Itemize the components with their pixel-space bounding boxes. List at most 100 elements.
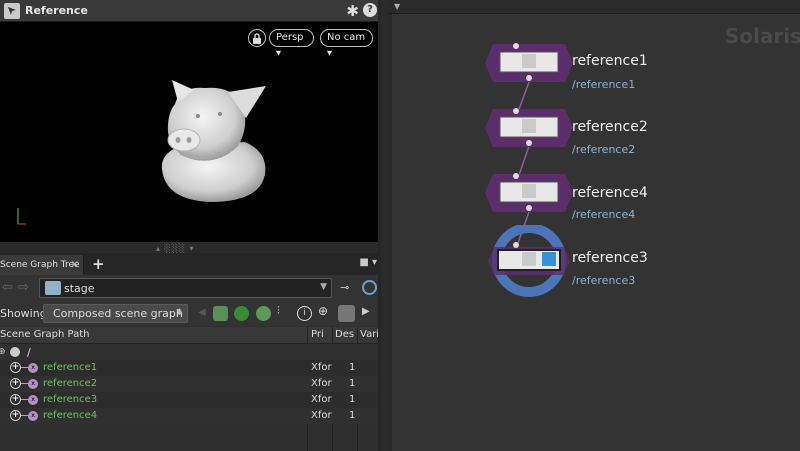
node-reference2[interactable] — [483, 105, 575, 151]
input-connector[interactable] — [513, 108, 519, 114]
tree-line — [21, 383, 28, 384]
pane-splitter-vertical[interactable] — [378, 0, 381, 451]
col-primtype[interactable]: Pri — [311, 329, 324, 340]
xform-icon: x — [28, 379, 38, 389]
node-reference3[interactable] — [486, 225, 572, 297]
image-icon[interactable] — [338, 305, 355, 322]
col-descendants[interactable]: Des — [335, 329, 354, 340]
visibility-icon[interactable] — [234, 306, 249, 321]
play-icon[interactable]: ▶ — [362, 306, 377, 321]
stage-path-field[interactable]: stage ▼ — [39, 278, 332, 298]
tree-line — [21, 415, 28, 416]
prim-name: reference1 — [43, 362, 98, 373]
chevron-down-icon: ▼ — [320, 282, 327, 292]
help-icon[interactable]: ? — [363, 3, 377, 17]
table-row[interactable]: + x reference2 Xfor 1 — [0, 376, 381, 392]
houdini-window: Reference ✱ ? Persp ▾ No cam ▾ ▴ ░░░ ▾ S… — [0, 0, 800, 451]
left-pane: Reference ✱ ? Persp ▾ No cam ▾ ▴ ░░░ ▾ S… — [0, 0, 381, 451]
input-connector[interactable] — [513, 43, 519, 49]
eye-icon[interactable] — [256, 306, 271, 321]
node-name[interactable]: reference2 — [572, 119, 648, 135]
prim-name: reference4 — [43, 410, 98, 421]
node-path: /reference3 — [572, 274, 636, 287]
scene-viewport[interactable]: Persp ▾ No cam ▾ — [0, 22, 378, 242]
node-path: /reference2 — [572, 143, 636, 156]
viewer-title: Reference — [25, 4, 88, 17]
pin-icon[interactable]: ⊸ — [340, 281, 349, 294]
expand-icon[interactable]: + — [10, 378, 21, 389]
xform-icon: x — [28, 411, 38, 421]
sliders-icon[interactable]: ⫶ — [277, 304, 292, 319]
root-path: / — [27, 346, 31, 359]
gear-icon[interactable]: ✱ — [346, 2, 359, 20]
node-reference4[interactable] — [483, 170, 575, 216]
descendant-count: 1 — [349, 362, 356, 373]
filter-icon[interactable] — [213, 306, 228, 321]
table-row[interactable]: + x reference1 Xfor 1 — [0, 360, 381, 376]
tree-line — [21, 367, 28, 368]
info-icon[interactable]: i — [297, 306, 312, 321]
splitter-grip: ▴ ░░░ ▾ — [156, 244, 195, 253]
root-icon — [10, 347, 20, 357]
lop-node-icon — [522, 252, 536, 266]
scene-graph-tab-bar: Scene Graph Tree × + ■ ▾ — [0, 253, 381, 275]
input-connector[interactable] — [513, 173, 519, 179]
stage-label: stage — [64, 282, 95, 295]
showing-row: Showing: Composed scene graph ⬍ ◀ ⫶ i ⊕ … — [0, 301, 381, 326]
showing-select[interactable]: Composed scene graph ⬍ — [43, 304, 188, 323]
table-row[interactable]: + x reference3 Xfor 1 — [0, 392, 381, 408]
node-path: /reference4 — [572, 208, 636, 221]
display-flag-icon[interactable] — [542, 252, 556, 266]
pane-splitter[interactable]: ▴ ░░░ ▾ — [0, 242, 381, 253]
prim-name: reference2 — [43, 378, 98, 389]
network-editor[interactable]: ▼ Solaris reference1 /reference1 referen… — [388, 0, 800, 451]
link-icon[interactable] — [362, 280, 377, 295]
prim-type: Xfor — [311, 410, 332, 421]
output-connector[interactable] — [526, 140, 532, 146]
add-tab-icon[interactable]: + — [92, 255, 105, 273]
input-connector[interactable] — [513, 242, 519, 248]
close-icon[interactable]: × — [71, 255, 79, 275]
stepper-icon: ⬍ — [175, 308, 183, 318]
lop-node-icon — [4, 2, 20, 19]
lop-node-icon — [522, 119, 536, 133]
output-connector[interactable] — [526, 75, 532, 81]
node-name[interactable]: reference4 — [572, 185, 648, 201]
table-row-root[interactable]: ⊕ / — [0, 344, 381, 360]
tab-scene-graph-tree[interactable]: Scene Graph Tree × — [0, 255, 84, 275]
pane-menu-icon[interactable]: ■ ▾ — [359, 257, 377, 268]
col-path[interactable]: Scene Graph Path — [0, 329, 90, 340]
expand-icon[interactable]: ⊕ — [0, 347, 6, 357]
forward-arrow-icon[interactable]: ⇨ — [18, 280, 29, 295]
col-variants[interactable]: Vari — [360, 329, 379, 340]
descendant-count: 1 — [349, 410, 356, 421]
search-icon[interactable]: ⊕ — [318, 304, 333, 319]
prim-type: Xfor — [311, 362, 332, 373]
descendant-count: 1 — [349, 378, 356, 389]
viewer-title-bar: Reference ✱ ? — [0, 0, 381, 22]
showing-value: Composed scene graph — [53, 307, 183, 320]
tab-label: Scene Graph Tree — [0, 260, 80, 270]
prim-type: Xfor — [311, 378, 332, 389]
expand-icon[interactable]: + — [10, 410, 21, 421]
prim-type: Xfor — [311, 394, 332, 405]
axis-gizmo — [17, 208, 26, 225]
node-path: /reference1 — [572, 78, 636, 91]
lop-node-icon — [522, 54, 536, 68]
node-name[interactable]: reference1 — [572, 53, 648, 69]
node-name[interactable]: reference3 — [572, 250, 648, 266]
table-row[interactable]: + x reference4 Xfor 1 — [0, 408, 381, 424]
cam-menu[interactable]: No cam ▾ — [320, 29, 373, 59]
descendant-count: 1 — [349, 394, 356, 405]
camera-menu[interactable]: Persp ▾ — [269, 29, 314, 59]
node-reference1[interactable] — [483, 40, 575, 86]
back-arrow-icon[interactable]: ⇦ — [2, 280, 13, 295]
back-icon[interactable]: ◀ — [198, 307, 213, 322]
lock-icon[interactable] — [248, 29, 266, 47]
camera-menu-label: Persp — [276, 32, 304, 43]
output-connector[interactable] — [526, 205, 532, 211]
pig-head-model — [161, 80, 266, 202]
expand-icon[interactable]: + — [10, 394, 21, 405]
expand-icon[interactable]: + — [10, 362, 21, 373]
scene-graph-tree: ⊕ / + x reference1 Xfor 1 + x reference2… — [0, 344, 381, 451]
